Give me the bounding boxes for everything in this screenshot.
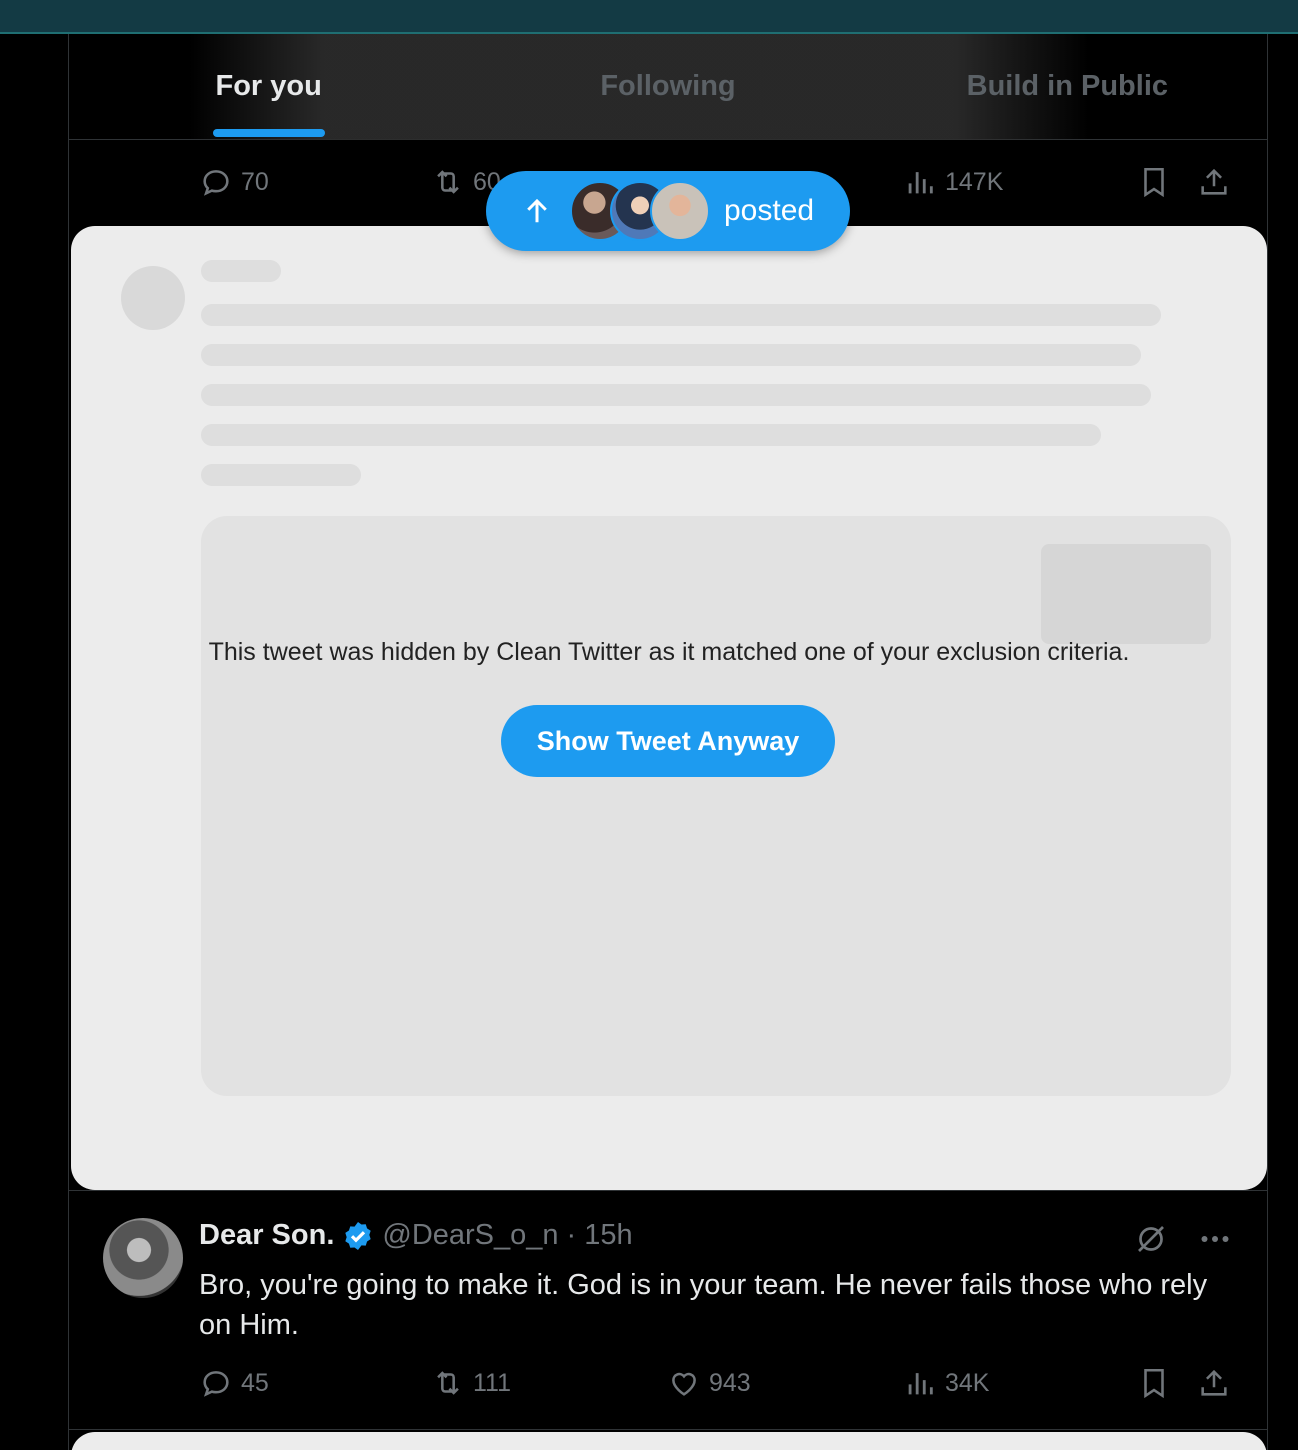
avatar[interactable]: [103, 1218, 183, 1298]
tweet-actions: 45 111 943 34K: [69, 1341, 1267, 1425]
blurred-avatar: [121, 266, 185, 330]
tab-build-in-public[interactable]: Build in Public: [868, 34, 1267, 139]
views-button[interactable]: 147K: [903, 140, 1003, 224]
grok-icon[interactable]: [1133, 1221, 1169, 1257]
blurred-text-line: [201, 304, 1161, 326]
arrow-up-icon: [527, 198, 547, 223]
reply-button[interactable]: 70: [199, 140, 269, 224]
more-options-icon[interactable]: [1197, 1221, 1233, 1257]
tweet-text: Bro, you're going to make it. God is in …: [199, 1269, 1208, 1341]
hidden-tweet-message: This tweet was hidden by Clean Twitter a…: [208, 638, 1130, 666]
timeline-tabs: For you Following Build in Public: [69, 34, 1267, 140]
blurred-text-line: [201, 384, 1151, 406]
bookmark-icon: [1144, 167, 1164, 198]
blurred-name: [201, 260, 281, 282]
share-button[interactable]: [1197, 1341, 1231, 1425]
tweet-timestamp[interactable]: 15h: [584, 1219, 632, 1252]
verified-badge-icon: [345, 1221, 372, 1250]
active-tab-indicator: [212, 129, 325, 137]
blurred-text-line: [201, 464, 361, 486]
posted-label: posted: [724, 194, 815, 227]
tab-following-label: Following: [600, 70, 736, 102]
bookmark-button[interactable]: [1137, 140, 1171, 224]
retweet-count: 111: [473, 1368, 512, 1397]
bookmark-button[interactable]: [1137, 1341, 1171, 1425]
reply-icon: [203, 1371, 229, 1397]
share-button[interactable]: [1197, 140, 1231, 224]
retweet-icon: [437, 170, 459, 194]
blurred-text-line: [201, 344, 1141, 366]
browser-top-bar: [0, 0, 1298, 34]
author-handle[interactable]: @DearS_o_n: [382, 1219, 558, 1252]
avatar: [650, 181, 710, 241]
retweet-button[interactable]: 111: [431, 1341, 511, 1425]
share-icon: [1201, 1369, 1227, 1396]
retweet-icon: [437, 1371, 459, 1395]
new-posts-pill[interactable]: posted: [486, 171, 850, 251]
like-button[interactable]: 943: [667, 1341, 751, 1425]
heart-icon: [672, 1372, 696, 1396]
reply-icon: [203, 170, 229, 196]
reply-button[interactable]: 45: [199, 1341, 269, 1425]
show-tweet-anyway-button[interactable]: Show Tweet Anyway: [501, 705, 835, 777]
tweet[interactable]: Dear Son. @DearS_o_n · 15h Bro, you're g…: [69, 1190, 1267, 1430]
tweet-header: Dear Son. @DearS_o_n · 15h: [199, 1219, 633, 1252]
views-count: 147K: [945, 167, 1004, 196]
author-name[interactable]: Dear Son.: [199, 1219, 334, 1252]
views-icon: [908, 172, 933, 194]
tab-for-you-label: For you: [215, 70, 322, 102]
blurred-text-line: [201, 424, 1101, 446]
posted-avatars: [570, 181, 710, 241]
hidden-tweet-card: This tweet was hidden by Clean Twitter a…: [71, 226, 1267, 1190]
views-icon: [908, 1373, 933, 1395]
views-button[interactable]: 34K: [903, 1341, 989, 1425]
next-hidden-tweet-card: [71, 1432, 1267, 1450]
tab-for-you[interactable]: For you: [69, 34, 468, 139]
like-count: 943: [709, 1368, 751, 1397]
tweet-header-icons: [1133, 1221, 1233, 1257]
bookmark-icon: [1144, 1368, 1164, 1399]
tab-following[interactable]: Following: [468, 34, 867, 139]
blurred-media-logo: [1041, 544, 1211, 644]
tab-build-in-public-label: Build in Public: [966, 70, 1169, 102]
header-separator: ·: [566, 1219, 577, 1251]
reply-count: 45: [241, 1368, 269, 1397]
reply-count: 70: [241, 167, 269, 196]
views-count: 34K: [945, 1368, 990, 1397]
share-icon: [1201, 168, 1227, 195]
